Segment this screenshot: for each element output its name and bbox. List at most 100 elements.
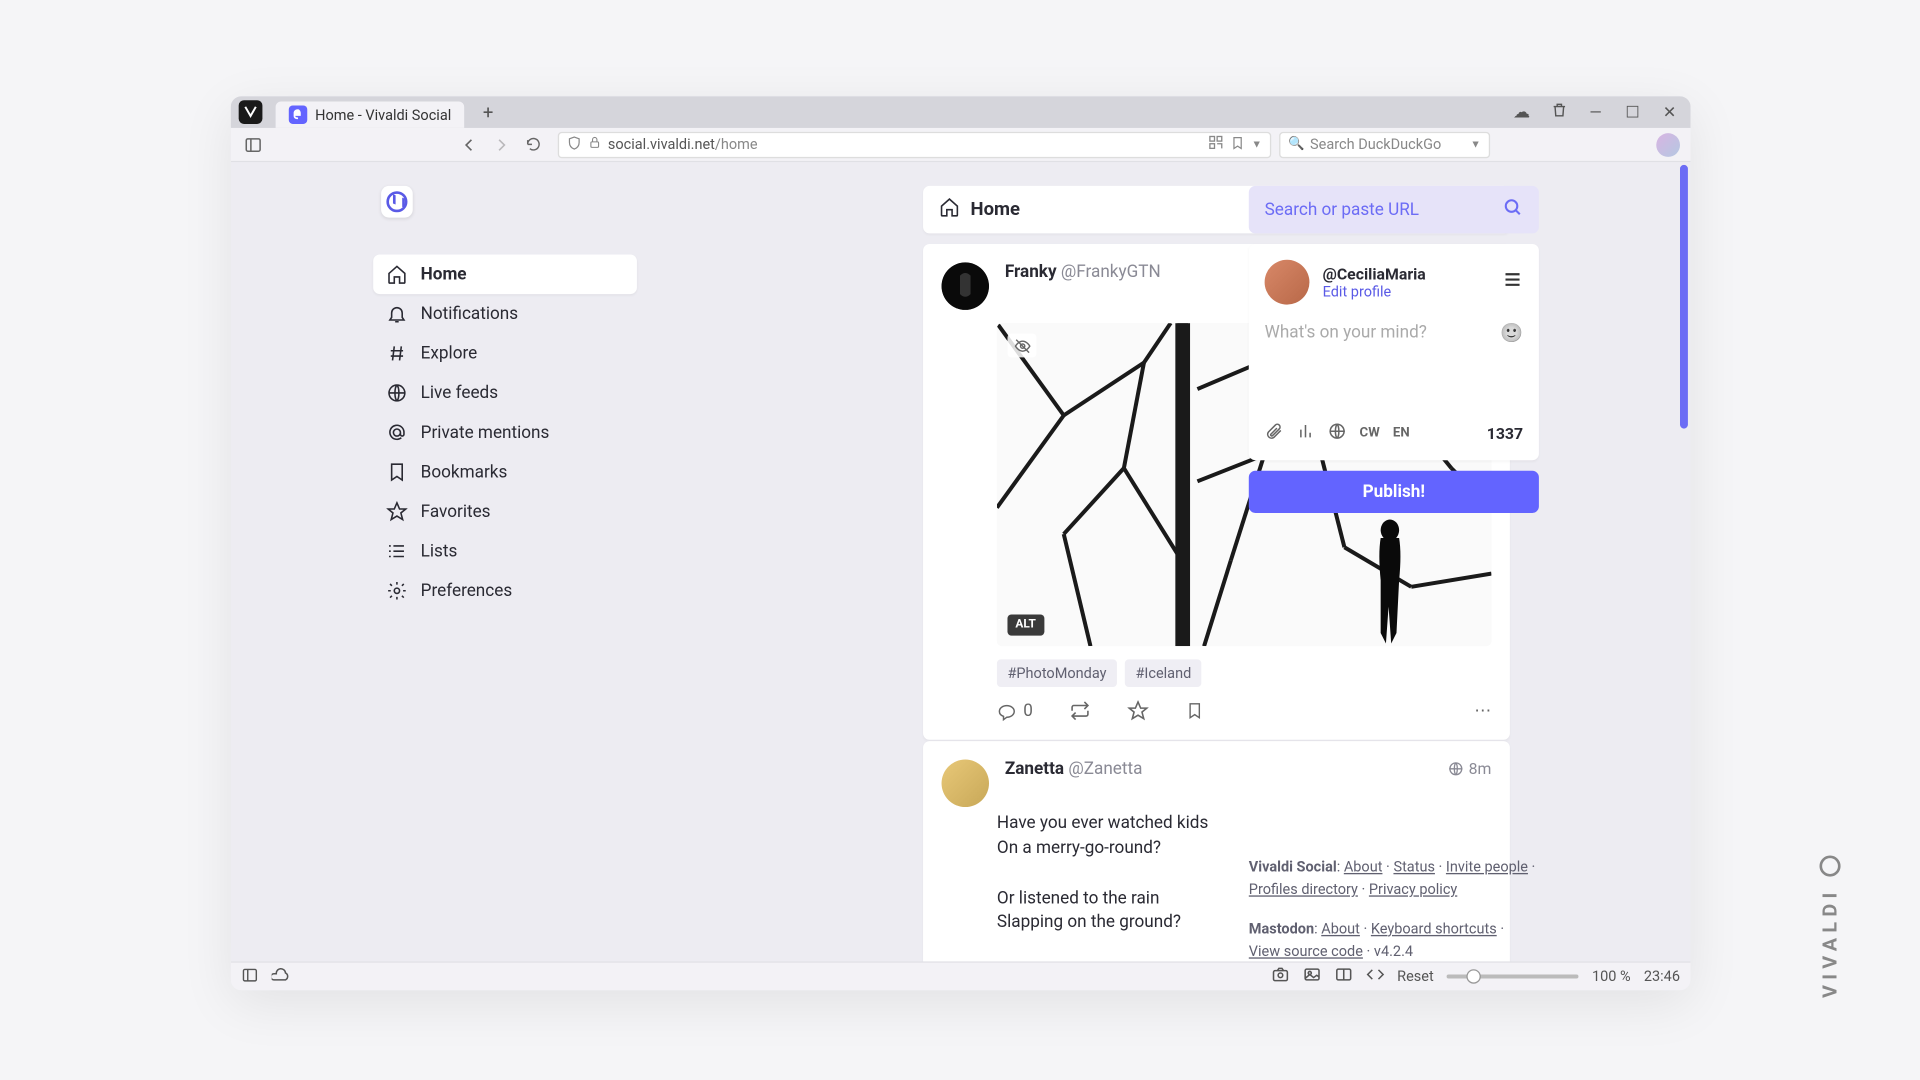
- code-icon[interactable]: [1366, 965, 1384, 987]
- attach-icon[interactable]: [1265, 422, 1283, 444]
- image-icon[interactable]: [1302, 965, 1320, 987]
- boost-button[interactable]: [1070, 700, 1091, 721]
- compose-textarea[interactable]: What's on your mind? 🙂: [1265, 323, 1523, 396]
- capture-icon[interactable]: [1271, 965, 1289, 987]
- footer-privacy[interactable]: Privacy policy: [1369, 881, 1457, 898]
- footer-links: Vivaldi Social: About · Status · Invite …: [1249, 855, 1539, 961]
- cloud-icon[interactable]: ☁: [1511, 102, 1532, 122]
- vivaldi-menu-button[interactable]: [239, 100, 263, 124]
- nav-bookmarks[interactable]: Bookmarks: [373, 452, 637, 492]
- footer-about[interactable]: About: [1344, 858, 1383, 875]
- window-minimize[interactable]: —: [1585, 103, 1606, 121]
- reload-button[interactable]: [521, 133, 545, 157]
- nav-favorites[interactable]: Favorites: [373, 492, 637, 532]
- compose-menu-icon[interactable]: [1502, 269, 1523, 295]
- panel-icon[interactable]: [241, 966, 258, 987]
- zoom-slider[interactable]: [1447, 975, 1579, 979]
- post-author[interactable]: Franky @FrankyGTN: [1005, 262, 1161, 309]
- bookmark-button[interactable]: [1186, 702, 1204, 720]
- nav-preferences[interactable]: Preferences: [373, 571, 637, 611]
- footer-source[interactable]: View source code: [1249, 943, 1363, 960]
- nav-explore[interactable]: Explore: [373, 334, 637, 374]
- panel-toggle-icon[interactable]: [241, 133, 265, 157]
- right-column: Search or paste URL @CeciliaMaria Edit p…: [1249, 186, 1539, 961]
- search-placeholder: Search DuckDuckGo: [1310, 136, 1441, 153]
- search-box[interactable]: Search or paste URL: [1249, 186, 1539, 233]
- url-text: social.vivaldi.net/home: [608, 136, 758, 153]
- new-tab-button[interactable]: +: [475, 100, 501, 126]
- cw-button[interactable]: CW: [1360, 426, 1380, 441]
- trash-icon[interactable]: [1548, 102, 1569, 123]
- emoji-picker-icon[interactable]: 🙂: [1500, 323, 1523, 344]
- footer-shortcuts[interactable]: Keyboard shortcuts: [1371, 920, 1497, 937]
- nav-forward-button[interactable]: [489, 133, 513, 157]
- favorite-button[interactable]: [1128, 700, 1149, 721]
- compose-panel: @CeciliaMaria Edit profile What's on you…: [1249, 244, 1539, 460]
- reply-button[interactable]: 0: [997, 701, 1033, 721]
- browser-tab[interactable]: Home - Vivaldi Social: [276, 102, 465, 128]
- sensitive-toggle-icon[interactable]: [1007, 334, 1036, 358]
- sidebar-nav: HomeNotificationsExploreLive feedsPrivat…: [373, 186, 637, 611]
- post-avatar[interactable]: [942, 262, 989, 309]
- browser-window: Home - Vivaldi Social + ☁ — ☐ ✕: [231, 96, 1691, 990]
- list-icon: [386, 541, 407, 562]
- zoom-reset[interactable]: Reset: [1397, 968, 1434, 985]
- post-avatar[interactable]: [942, 760, 989, 807]
- app-logo[interactable]: [381, 186, 413, 218]
- address-bar: social.vivaldi.net/home ▼ 🔍 Search DuckD…: [231, 128, 1691, 162]
- bookmark-url-icon[interactable]: [1230, 135, 1245, 153]
- home-icon: [386, 264, 407, 285]
- tag[interactable]: #PhotoMonday: [997, 659, 1117, 687]
- page-content: HomeNotificationsExploreLive feedsPrivat…: [231, 162, 1691, 961]
- alt-badge[interactable]: ALT: [1007, 615, 1043, 636]
- window-close[interactable]: ✕: [1659, 103, 1680, 121]
- gear-icon: [386, 580, 407, 601]
- qr-icon[interactable]: [1208, 135, 1224, 155]
- search-engine-icon: 🔍: [1288, 137, 1304, 152]
- dropdown-icon[interactable]: ▼: [1252, 138, 1262, 150]
- footer-profiles[interactable]: Profiles directory: [1249, 881, 1358, 898]
- edit-profile-link[interactable]: Edit profile: [1323, 283, 1426, 300]
- bookmark-icon: [386, 462, 407, 483]
- feed-title: Home: [971, 199, 1020, 220]
- home-icon: [939, 196, 960, 222]
- zoom-level: 100 %: [1592, 968, 1631, 985]
- page-scrollbar[interactable]: [1680, 165, 1688, 429]
- footer-mastodon-about[interactable]: About: [1321, 920, 1360, 937]
- search-engine-field[interactable]: 🔍 Search DuckDuckGo ▼: [1279, 131, 1490, 157]
- bell-icon: [386, 303, 407, 324]
- compose-avatar[interactable]: [1265, 260, 1310, 305]
- status-bar: Reset 100 % 23:46: [231, 961, 1691, 990]
- nav-notifications[interactable]: Notifications: [373, 294, 637, 334]
- tag[interactable]: #Iceland: [1125, 659, 1202, 687]
- footer-invite[interactable]: Invite people: [1446, 858, 1528, 875]
- window-maximize[interactable]: ☐: [1622, 103, 1643, 121]
- language-button[interactable]: EN: [1393, 426, 1410, 441]
- globe-icon: [386, 382, 407, 403]
- visibility-icon[interactable]: [1328, 422, 1346, 444]
- profile-avatar-button[interactable]: [1656, 133, 1680, 157]
- char-count: 1337: [1487, 424, 1523, 442]
- nav-lists[interactable]: Lists: [373, 531, 637, 571]
- search-icon: [1503, 197, 1523, 222]
- shield-icon: [567, 135, 582, 153]
- tiling-icon[interactable]: [1334, 965, 1352, 987]
- post-author[interactable]: Zanetta @Zanetta: [1005, 760, 1143, 807]
- footer-status[interactable]: Status: [1393, 858, 1434, 875]
- nav-back-button[interactable]: [458, 133, 482, 157]
- search-placeholder-text: Search or paste URL: [1265, 200, 1419, 220]
- tab-title: Home - Vivaldi Social: [315, 106, 451, 123]
- at-icon: [386, 422, 407, 443]
- compose-username[interactable]: @CeciliaMaria: [1323, 264, 1426, 282]
- publish-button[interactable]: Publish!: [1249, 471, 1539, 513]
- sync-icon[interactable]: [272, 965, 290, 987]
- clock: 23:46: [1644, 968, 1680, 985]
- nav-private-mentions[interactable]: Private mentions: [373, 413, 637, 453]
- star-icon: [386, 501, 407, 522]
- poll-icon[interactable]: [1296, 422, 1314, 444]
- url-field[interactable]: social.vivaldi.net/home ▼: [558, 131, 1271, 157]
- nav-live-feeds[interactable]: Live feeds: [373, 373, 637, 413]
- hash-icon: [386, 343, 407, 364]
- nav-home[interactable]: Home: [373, 255, 637, 295]
- lock-icon: [588, 136, 601, 153]
